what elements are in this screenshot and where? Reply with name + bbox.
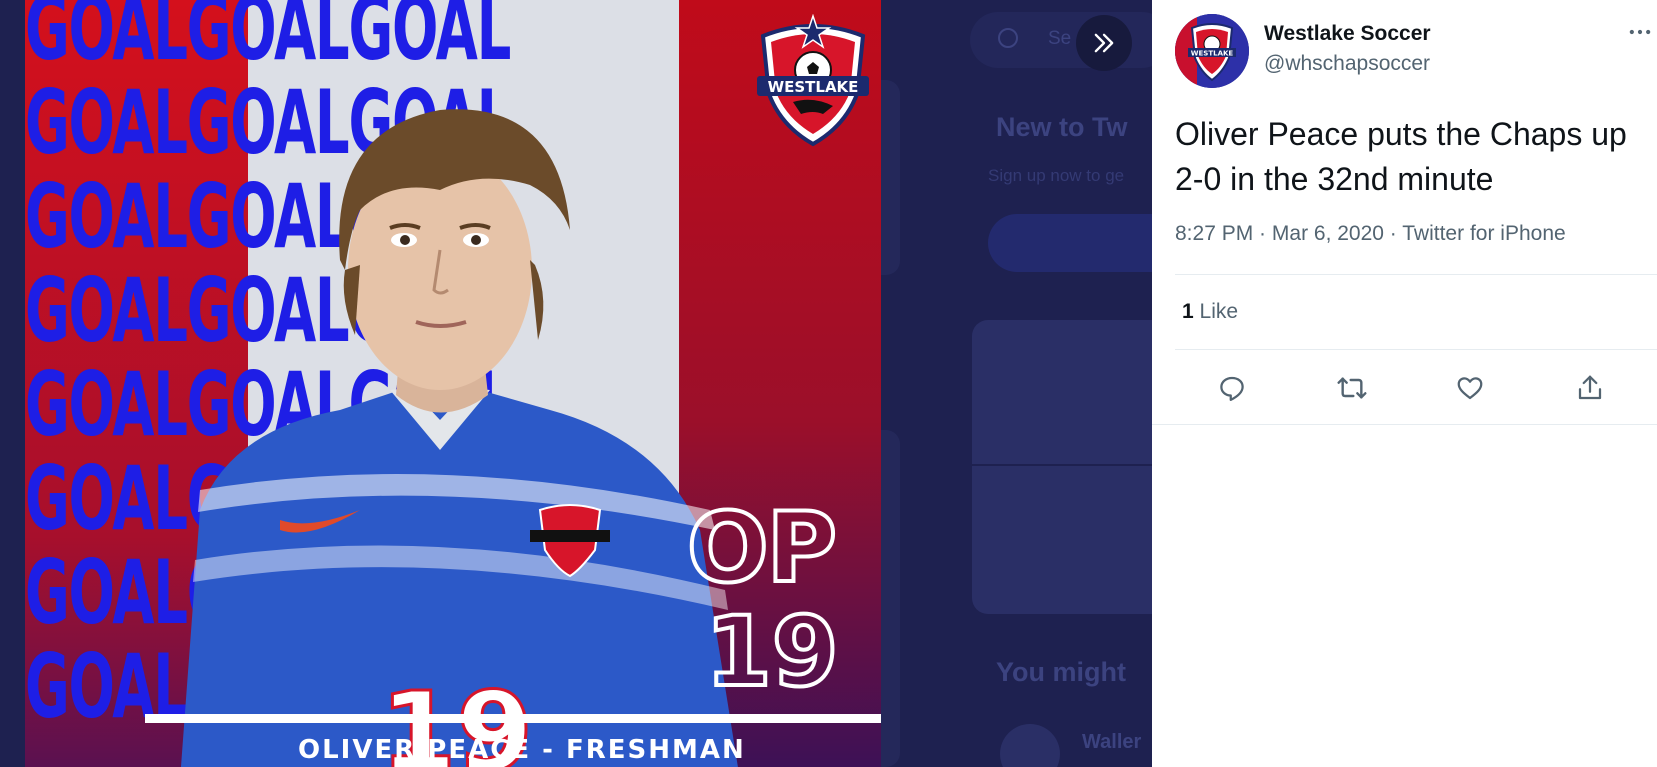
meta-separator: · (1383, 222, 1403, 245)
background-signup-button (988, 214, 1152, 272)
display-name[interactable]: Westlake Soccer (1264, 22, 1431, 46)
avatar-logo-text: WESTLAKE (1191, 50, 1234, 58)
tweet-date[interactable]: Mar 6, 2020 (1272, 222, 1384, 245)
goal-pattern-row: GOALGOALGOAL (25, 0, 511, 80)
background-media-card (972, 320, 1152, 614)
reply-icon (1220, 376, 1244, 401)
tweet-actions (1152, 368, 1657, 408)
crest-text: WESTLAKE (768, 78, 859, 96)
tweet-source[interactable]: Twitter for iPhone (1402, 222, 1565, 245)
like-count: 1 (1182, 300, 1194, 323)
like-label: Like (1199, 300, 1239, 323)
reply-button[interactable] (1212, 368, 1252, 408)
background-avatar (1000, 724, 1060, 767)
player-number: 19 (703, 596, 841, 708)
divider (1152, 424, 1657, 425)
user-handle[interactable]: @whschapsoccer (1264, 52, 1430, 76)
avatar[interactable]: WESTLAKE (1175, 14, 1249, 88)
divider (1175, 274, 1657, 275)
search-icon (998, 28, 1018, 48)
background-suggested-user: Waller (1082, 731, 1142, 753)
more-options-button[interactable] (1626, 18, 1654, 46)
double-chevron-right-icon (1094, 33, 1114, 53)
share-button[interactable] (1570, 368, 1610, 408)
expand-panel-button[interactable] (1076, 15, 1132, 71)
tweet-metadata: 8:27 PM · Mar 6, 2020 · Twitter for iPho… (1175, 222, 1566, 246)
retweet-button[interactable] (1332, 368, 1372, 408)
retweet-icon (1337, 377, 1367, 399)
tweet-time[interactable]: 8:27 PM (1175, 222, 1253, 245)
divider (1175, 349, 1657, 350)
background-signup-text: Sign up now to ge (988, 166, 1125, 185)
tweet-text: Oliver Peace puts the Chaps up 2-0 in th… (1175, 116, 1627, 197)
likes-count-link[interactable]: 1 Like (1182, 300, 1238, 324)
more-horizontal-icon (1629, 29, 1651, 35)
background-search-placeholder: Se (1048, 28, 1072, 49)
player-caption: OLIVER PEACE - FRESHMAN (298, 735, 746, 765)
player-photo: 19 (180, 109, 738, 767)
like-button[interactable] (1450, 368, 1490, 408)
background-new-to-heading: New to Tw (996, 112, 1128, 142)
share-icon (1578, 375, 1602, 400)
westlake-avatar-logo: WESTLAKE (1175, 14, 1249, 88)
background-you-might-heading: You might (996, 657, 1126, 687)
meta-separator: · (1253, 222, 1272, 245)
player-initials: OP (685, 492, 839, 604)
heart-icon (1457, 377, 1483, 400)
caption-rule (145, 714, 881, 723)
tweet-detail-panel: WESTLAKE Westlake Soccer @whschapsoccer … (1152, 0, 1657, 767)
tweet-media-image[interactable]: GOALGOALGOAL GOALGOALGOAL GOALGOALGOAL G… (25, 0, 881, 767)
